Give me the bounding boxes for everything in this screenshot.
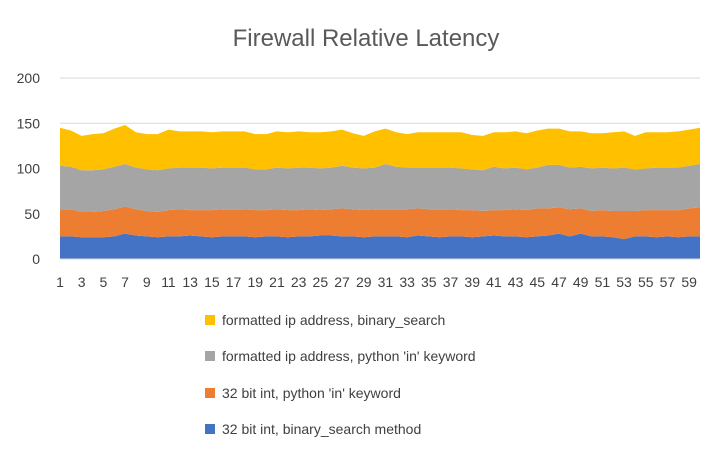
x-tick-label: 45 [529, 274, 545, 290]
area-series-3 [60, 163, 700, 212]
x-tick-label: 11 [161, 274, 176, 290]
y-tick-label: 100 [17, 161, 41, 177]
x-tick-label: 51 [595, 274, 611, 290]
legend-label: formatted ip address, python 'in' keywor… [222, 348, 476, 364]
x-tick-label: 55 [638, 274, 654, 290]
x-tick-label: 25 [313, 274, 329, 290]
x-tick-label: 7 [121, 274, 129, 290]
x-tick-label: 1 [56, 274, 64, 290]
legend-label: formatted ip address, binary_search [222, 312, 445, 328]
stacked-area-chart: Firewall Relative Latency 0501001502001 3… [17, 25, 700, 437]
x-tick-label: 19 [247, 274, 263, 290]
area-series-group [60, 125, 700, 259]
x-tick-label: 23 [291, 274, 307, 290]
legend-label: 32 bit int, python 'in' keyword [222, 385, 401, 401]
x-tick-label: 39 [464, 274, 480, 290]
y-tick-label: 50 [24, 206, 40, 222]
x-tick-label: 59 [681, 274, 697, 290]
y-tick-label: 150 [17, 115, 41, 131]
x-tick-label: 41 [486, 274, 502, 290]
x-tick-label: 53 [616, 274, 632, 290]
x-tick-label: 57 [660, 274, 676, 290]
x-tick-label: 43 [508, 274, 524, 290]
y-tick-label: 0 [32, 251, 40, 267]
legend-swatch [205, 315, 215, 325]
x-tick-label: 37 [443, 274, 459, 290]
legend-swatch [205, 388, 215, 398]
x-tick-label: 27 [334, 274, 350, 290]
x-tick-label: 15 [204, 274, 220, 290]
x-tick-label: 9 [143, 274, 151, 290]
x-tick-label: 47 [551, 274, 567, 290]
area-series-4 [60, 125, 700, 171]
x-tick-label: 3 [78, 274, 86, 290]
legend-swatch [205, 424, 215, 434]
x-tick-label: 35 [421, 274, 437, 290]
x-tick-label: 13 [182, 274, 198, 290]
x-tick-label: 31 [378, 274, 394, 290]
chart-title: Firewall Relative Latency [233, 25, 500, 52]
x-tick-label: 33 [399, 274, 415, 290]
x-tick-label: 17 [226, 274, 242, 290]
x-tick-label: 21 [269, 274, 285, 290]
legend: formatted ip address, binary_searchforma… [205, 312, 476, 437]
x-tick-label: 5 [99, 274, 107, 290]
y-tick-label: 200 [17, 70, 41, 86]
area-series-1 [60, 233, 700, 259]
legend-swatch [205, 351, 215, 361]
x-tick-label: 29 [356, 274, 372, 290]
legend-label: 32 bit int, binary_search method [222, 421, 421, 437]
x-tick-label: 49 [573, 274, 589, 290]
